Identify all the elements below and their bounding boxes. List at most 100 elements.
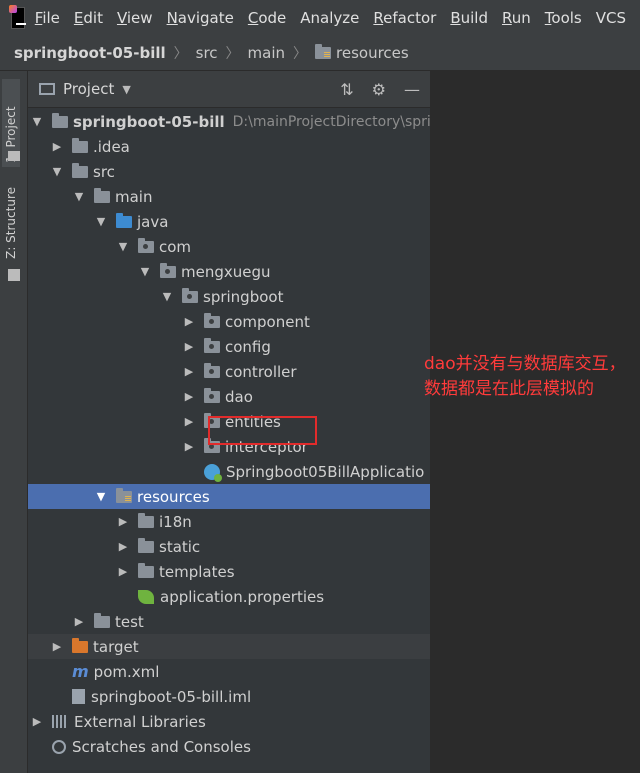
project-panel-header: Project ▼ ⇅ ⚙ — <box>28 71 430 108</box>
tree-node-label: test <box>115 612 144 631</box>
library-icon <box>52 715 68 728</box>
collapsed-arrow-icon[interactable]: ▶ <box>184 315 194 328</box>
tree-node-dao[interactable]: ▶ dao <box>28 384 430 409</box>
tree-node-root[interactable]: ▼ springboot-05-bill D:\mainProjectDirec… <box>28 109 430 134</box>
tree-node-java[interactable]: ▼ java <box>28 209 430 234</box>
collapsed-arrow-icon[interactable]: ▶ <box>52 140 62 153</box>
tree-node-label: Springboot05BillApplicatio <box>226 462 425 481</box>
folder-icon <box>94 187 110 203</box>
tree-node-label: application.properties <box>160 587 325 606</box>
tree-node-iml[interactable]: ▶ springboot-05-bill.iml <box>28 684 430 709</box>
menu-code[interactable]: Code <box>248 9 286 27</box>
tree-node-pom[interactable]: ▶ m pom.xml <box>28 659 430 684</box>
tree-node-external-libraries[interactable]: ▶ External Libraries <box>28 709 430 734</box>
collapsed-arrow-icon[interactable]: ▶ <box>184 440 194 453</box>
collapsed-arrow-icon[interactable]: ▶ <box>184 365 194 378</box>
tree-node-label: i18n <box>159 512 192 531</box>
structure-tool-tab[interactable]: Z: Structure <box>4 187 18 259</box>
chevron-right-icon: 〉 <box>173 46 188 62</box>
menu-refactor[interactable]: Refactor <box>373 9 436 27</box>
module-file-icon <box>72 689 85 704</box>
menu-edit[interactable]: Edit <box>74 9 103 27</box>
expand-arrow-icon[interactable]: ▼ <box>74 190 84 203</box>
menu-analyze[interactable]: Analyze <box>300 9 359 27</box>
menu-bar: File Edit View Navigate Code Analyze Refactor B… <box>0 0 640 36</box>
breadcrumb-item-main[interactable]: main <box>248 44 285 62</box>
tree-node-target[interactable]: ▶ target <box>28 634 430 659</box>
expand-arrow-icon[interactable]: ▼ <box>32 115 42 128</box>
menu-build[interactable]: Build <box>450 9 488 27</box>
tree-node-label: Scratches and Consoles <box>72 737 251 756</box>
tree-node-label: config <box>225 337 271 356</box>
tree-node-test[interactable]: ▶ test <box>28 609 430 634</box>
tree-node-label: springboot-05-bill.iml <box>91 687 252 706</box>
editor-area[interactable] <box>430 71 640 773</box>
tree-node-main[interactable]: ▼ main <box>28 184 430 209</box>
tree-node-src[interactable]: ▼ src <box>28 159 430 184</box>
breadcrumb-item-resources[interactable]: resources <box>336 44 409 62</box>
breadcrumb-item-src[interactable]: src <box>196 44 218 62</box>
resources-folder-icon <box>315 44 332 59</box>
minimize-icon[interactable]: — <box>404 80 420 99</box>
collapse-all-icon[interactable]: ⇅ <box>340 80 353 99</box>
expand-arrow-icon[interactable]: ▼ <box>52 165 62 178</box>
tree-node-app-class[interactable]: ▶ Springboot05BillApplicatio <box>28 459 430 484</box>
annotation-highlight-box <box>208 416 317 445</box>
expand-arrow-icon[interactable]: ▼ <box>162 290 172 303</box>
collapsed-arrow-icon[interactable]: ▶ <box>32 715 42 728</box>
chevron-down-icon[interactable]: ▼ <box>122 83 130 96</box>
expand-arrow-icon[interactable]: ▼ <box>96 215 106 228</box>
intellij-logo-icon <box>9 5 26 29</box>
tree-node-mengxuegu[interactable]: ▼ mengxuegu <box>28 259 430 284</box>
tree-node-label: templates <box>159 562 235 581</box>
breadcrumb: springboot-05-bill 〉 src 〉 main 〉 resour… <box>0 36 640 71</box>
menu-navigate[interactable]: Navigate <box>167 9 234 27</box>
tree-node-resources[interactable]: ▼ resources <box>28 484 430 509</box>
expand-arrow-icon[interactable]: ▼ <box>140 265 150 278</box>
project-view-selector[interactable]: Project <box>63 80 114 98</box>
tree-node-label: mengxuegu <box>181 262 271 281</box>
tree-node-springboot[interactable]: ▼ springboot <box>28 284 430 309</box>
folder-icon <box>138 562 154 578</box>
spring-properties-icon <box>138 589 154 604</box>
menu-vcs[interactable]: VCS <box>596 9 626 27</box>
collapsed-arrow-icon[interactable]: ▶ <box>52 640 62 653</box>
tree-node-templates[interactable]: ▶ templates <box>28 559 430 584</box>
tree-node-label: main <box>115 187 153 206</box>
tree-node-label: springboot <box>203 287 284 306</box>
tree-node-idea[interactable]: ▶ .idea <box>28 134 430 159</box>
collapsed-arrow-icon[interactable]: ▶ <box>118 540 128 553</box>
collapsed-arrow-icon[interactable]: ▶ <box>184 415 194 428</box>
collapsed-arrow-icon[interactable]: ▶ <box>184 390 194 403</box>
excluded-folder-icon <box>72 637 88 653</box>
tree-node-config[interactable]: ▶ config <box>28 334 430 359</box>
menu-run[interactable]: Run <box>502 9 531 27</box>
menu-file[interactable]: File <box>35 9 60 27</box>
collapsed-arrow-icon[interactable]: ▶ <box>184 340 194 353</box>
package-icon <box>204 312 220 328</box>
tree-node-path: D:\mainProjectDirectory\spri <box>232 113 430 130</box>
tree-node-static[interactable]: ▶ static <box>28 534 430 559</box>
tree-node-label: pom.xml <box>93 662 160 681</box>
menu-view[interactable]: View <box>117 9 153 27</box>
tree-node-application-properties[interactable]: ▶ application.properties <box>28 584 430 609</box>
tree-node-controller[interactable]: ▶ controller <box>28 359 430 384</box>
tree-node-scratches[interactable]: ▶ Scratches and Consoles <box>28 734 430 759</box>
expand-arrow-icon[interactable]: ▼ <box>96 490 106 503</box>
left-tool-strip: 1: Project Z: Structure <box>0 71 28 773</box>
collapsed-arrow-icon[interactable]: ▶ <box>74 615 84 628</box>
collapsed-arrow-icon[interactable]: ▶ <box>118 565 128 578</box>
package-icon <box>160 262 176 278</box>
collapsed-arrow-icon[interactable]: ▶ <box>118 515 128 528</box>
tree-node-com[interactable]: ▼ com <box>28 234 430 259</box>
expand-arrow-icon[interactable]: ▼ <box>118 240 128 253</box>
folder-icon <box>72 137 88 153</box>
menu-tools[interactable]: Tools <box>545 9 582 27</box>
tree-node-label: controller <box>225 362 297 381</box>
tree-node-label: External Libraries <box>74 712 206 731</box>
tree-node-label: .idea <box>93 137 130 156</box>
gear-icon[interactable]: ⚙ <box>372 80 386 99</box>
tree-node-i18n[interactable]: ▶ i18n <box>28 509 430 534</box>
tree-node-component[interactable]: ▶ component <box>28 309 430 334</box>
breadcrumb-item-project[interactable]: springboot-05-bill <box>14 44 166 62</box>
